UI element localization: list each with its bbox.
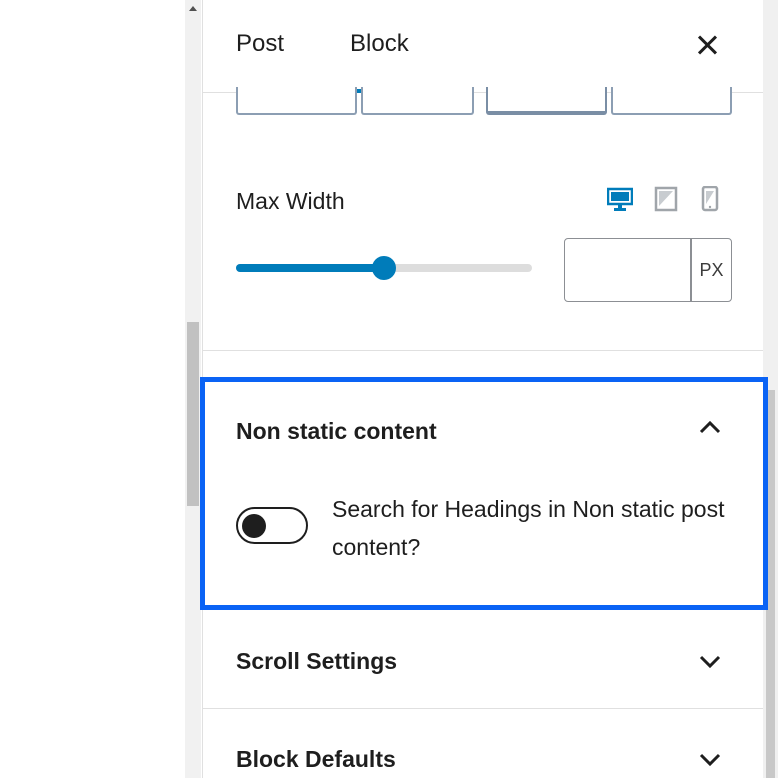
slider-fill — [236, 264, 384, 272]
max-width-slider[interactable] — [236, 256, 532, 280]
tablet-icon[interactable] — [653, 186, 679, 212]
sidebar-scrollbar[interactable] — [763, 0, 778, 778]
max-width-input[interactable] — [564, 238, 691, 302]
non-static-search-toggle[interactable] — [236, 507, 308, 544]
close-icon[interactable] — [693, 30, 723, 60]
tab-block[interactable]: Block — [350, 30, 409, 58]
chevron-down-icon[interactable] — [699, 750, 721, 768]
editor-scrollbar[interactable] — [185, 0, 201, 778]
toggle-knob — [242, 514, 266, 538]
chevron-down-icon[interactable] — [699, 652, 721, 670]
toggle-label: Search for Headings in Non static post c… — [332, 496, 725, 560]
style-option-button[interactable] — [486, 87, 607, 115]
tab-post[interactable]: Post — [236, 30, 284, 58]
mobile-icon[interactable] — [697, 185, 723, 212]
scroll-up-arrow-icon[interactable] — [185, 2, 201, 14]
non-static-content-panel — [203, 351, 763, 610]
max-width-label: Max Width — [236, 188, 345, 214]
sidebar-scrollbar-thumb[interactable] — [766, 390, 775, 778]
non-static-content-title[interactable]: Non static content — [236, 418, 437, 445]
block-defaults-title[interactable]: Block Defaults — [236, 746, 396, 773]
desktop-icon[interactable] — [606, 186, 634, 212]
sidebar-tabs: Post Block — [203, 0, 763, 93]
style-button-group — [236, 87, 732, 117]
editor-scrollbar-thumb[interactable] — [187, 322, 199, 506]
scroll-settings-title[interactable]: Scroll Settings — [236, 648, 397, 675]
chevron-up-icon[interactable] — [699, 418, 721, 436]
slider-thumb[interactable] — [372, 256, 396, 280]
unit-selector[interactable]: PX — [691, 238, 732, 302]
divider — [203, 708, 763, 709]
style-option-button[interactable] — [236, 87, 357, 115]
style-option-button[interactable] — [611, 87, 732, 115]
editor-canvas — [0, 0, 185, 778]
settings-sidebar: Post Block Max Width PX Non static conte… — [202, 0, 763, 778]
style-option-button[interactable] — [361, 87, 474, 115]
